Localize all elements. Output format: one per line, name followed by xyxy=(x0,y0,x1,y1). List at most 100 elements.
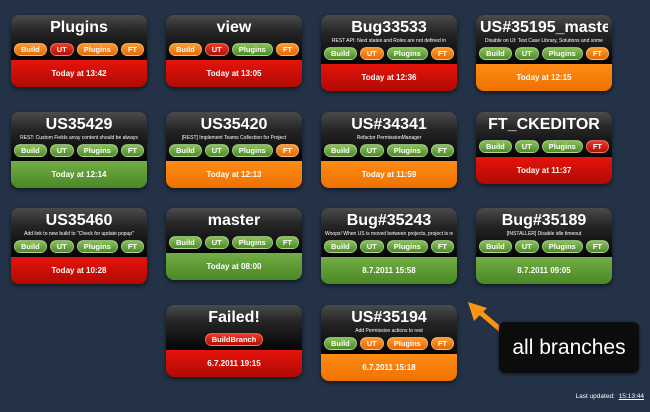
stage-badge-build[interactable]: Build xyxy=(324,144,357,157)
stage-badge-build[interactable]: Build xyxy=(324,240,357,253)
branch-card[interactable]: Plugins Build UT Plugins FT Today at 13:42 xyxy=(11,15,147,87)
stage-badge-ft[interactable]: FT xyxy=(120,144,145,157)
stage-badge-plugins[interactable]: Plugins xyxy=(231,236,273,249)
stage-badge-plugins[interactable]: Plugins xyxy=(541,140,583,153)
stage-badge-ft[interactable]: FT xyxy=(430,240,455,253)
branch-title: US35460 xyxy=(45,212,113,229)
branch-description: Add Permission actions to rest xyxy=(355,328,423,334)
branch-description: [INSTALLER] Disable idle timeout xyxy=(506,231,582,237)
stage-badge-ut[interactable]: UT xyxy=(514,240,539,253)
stage-badge-ut[interactable]: UT xyxy=(514,140,539,153)
branch-card[interactable]: US35420 [REST] Implement Teams Collection… xyxy=(166,112,302,188)
stage-badge-build[interactable]: Build xyxy=(169,236,202,249)
stage-badge-build[interactable]: Build xyxy=(324,47,357,60)
stage-badge-plugins[interactable]: Plugins xyxy=(386,47,428,60)
stage-badge-ft[interactable]: FT xyxy=(275,144,300,157)
build-timestamp: 6.7.2011 19:15 xyxy=(166,350,302,377)
branch-card[interactable]: Bug#35243 Woops! When US is moved between… xyxy=(321,208,457,284)
stage-badge-ft[interactable]: FT xyxy=(430,144,455,157)
branch-description: Disable on UI: Test Case Library, Soluti… xyxy=(485,38,603,44)
branch-title: Bug#35243 xyxy=(346,212,432,229)
stage-badge-ut[interactable]: UT xyxy=(514,47,539,60)
stage-badge-ft[interactable]: FT xyxy=(585,47,610,60)
build-timestamp: 8.7.2011 15:58 xyxy=(321,257,457,284)
stage-badges: Build UT Plugins FT xyxy=(14,144,145,157)
build-timestamp: Today at 11:37 xyxy=(476,157,612,184)
stage-badges: Build UT Plugins FT xyxy=(324,240,455,253)
last-updated: Last updated: 15:13:44 xyxy=(575,393,644,400)
stage-badge-plugins[interactable]: Plugins xyxy=(386,144,428,157)
stage-badge-build[interactable]: Build xyxy=(169,43,202,56)
stage-badge-ft[interactable]: FT xyxy=(585,240,610,253)
stage-badge-plugins[interactable]: Plugins xyxy=(386,337,428,350)
stage-badges: Build UT Plugins FT xyxy=(14,43,145,56)
stage-badge-build[interactable]: Build xyxy=(14,144,47,157)
stage-badge-build[interactable]: Build xyxy=(14,240,47,253)
build-timestamp: 8.7.2011 09:05 xyxy=(476,257,612,284)
stage-badge-plugins[interactable]: Plugins xyxy=(231,144,273,157)
branch-card[interactable]: US35429 REST: Custom Fields array content… xyxy=(11,112,147,188)
branch-card[interactable]: master Build UT Plugins FT Today at 08:00 xyxy=(166,208,302,280)
build-timestamp: 6.7.2011 15:18 xyxy=(321,354,457,381)
branch-description: Woops! When US is moved between projects… xyxy=(325,231,453,237)
stage-badge-buildbranch[interactable]: BuildBranch xyxy=(204,333,264,346)
branch-card[interactable]: Failed! BuildBranch 6.7.2011 19:15 xyxy=(166,305,302,377)
branch-description: [REST] Implement Teams Collection for Pr… xyxy=(181,135,287,141)
stage-badge-ft[interactable]: FT xyxy=(275,43,300,56)
branch-title: view xyxy=(216,19,252,36)
stage-badge-ft[interactable]: FT xyxy=(120,240,145,253)
stage-badges: Build UT Plugins FT xyxy=(169,43,300,56)
branch-card[interactable]: Bug#35189 [INSTALLER] Disable idle timeou… xyxy=(476,208,612,284)
stage-badge-ut[interactable]: UT xyxy=(204,144,229,157)
branch-card[interactable]: view Build UT Plugins FT Today at 13:05 xyxy=(166,15,302,87)
stage-badge-ut[interactable]: UT xyxy=(359,144,384,157)
branch-title: Failed! xyxy=(208,309,260,326)
branch-description: REST: Custom Fields array content should… xyxy=(20,135,138,141)
stage-badges: Build UT Plugins FT xyxy=(169,236,300,249)
stage-badge-plugins[interactable]: Plugins xyxy=(541,47,583,60)
stage-badge-build[interactable]: Build xyxy=(14,43,47,56)
stage-badge-ft[interactable]: FT xyxy=(585,140,610,153)
branch-description: Add link to new build to "Check for upda… xyxy=(24,231,134,237)
stage-badge-build[interactable]: Build xyxy=(479,47,512,60)
stage-badge-ft[interactable]: FT xyxy=(120,43,145,56)
stage-badges: Build UT Plugins FT xyxy=(324,47,455,60)
branch-card[interactable]: US#35195_master Disable on UI: Test Case … xyxy=(476,15,612,91)
all-branches-callout: all branches xyxy=(499,322,639,373)
build-timestamp: Today at 12:36 xyxy=(321,64,457,91)
stage-badge-ut[interactable]: UT xyxy=(359,47,384,60)
build-timestamp: Today at 12:15 xyxy=(476,64,612,91)
stage-badge-ft[interactable]: FT xyxy=(430,47,455,60)
stage-badge-build[interactable]: Build xyxy=(479,140,512,153)
stage-badge-plugins[interactable]: Plugins xyxy=(386,240,428,253)
stage-badge-plugins[interactable]: Plugins xyxy=(231,43,273,56)
stage-badge-ut[interactable]: UT xyxy=(204,43,229,56)
stage-badge-build[interactable]: Build xyxy=(324,337,357,350)
branch-card[interactable]: FT_CKEDITOR Build UT Plugins FT Today at 11:3… xyxy=(476,112,612,184)
branch-card[interactable]: Bug33533 REST API: Next states and Roles … xyxy=(321,15,457,91)
stage-badge-ut[interactable]: UT xyxy=(359,337,384,350)
stage-badge-ut[interactable]: UT xyxy=(49,43,74,56)
stage-badge-build[interactable]: Build xyxy=(479,240,512,253)
stage-badge-build[interactable]: Build xyxy=(169,144,202,157)
branch-title: US35429 xyxy=(45,116,113,133)
stage-badge-plugins[interactable]: Plugins xyxy=(541,240,583,253)
branch-card[interactable]: US#34341 Refactor PermissionManager Build U… xyxy=(321,112,457,188)
stage-badges: BuildBranch xyxy=(170,333,298,346)
stage-badge-ut[interactable]: UT xyxy=(359,240,384,253)
stage-badge-ut[interactable]: UT xyxy=(49,240,74,253)
build-timestamp: Today at 12:13 xyxy=(166,161,302,188)
stage-badge-plugins[interactable]: Plugins xyxy=(76,43,118,56)
branch-description: Refactor PermissionManager xyxy=(356,135,422,141)
stage-badge-plugins[interactable]: Plugins xyxy=(76,144,118,157)
stage-badge-ft[interactable]: FT xyxy=(430,337,455,350)
branch-description: REST API: Next states and Roles are not … xyxy=(331,38,447,44)
stage-badge-ut[interactable]: UT xyxy=(204,236,229,249)
branch-description xyxy=(170,231,298,233)
stage-badge-ut[interactable]: UT xyxy=(49,144,74,157)
stage-badge-plugins[interactable]: Plugins xyxy=(76,240,118,253)
branch-card[interactable]: US#35194 Add Permission actions to rest Bu… xyxy=(321,305,457,381)
branch-card[interactable]: US35460 Add link to new build to "Check f… xyxy=(11,208,147,284)
last-updated-time[interactable]: 15:13:44 xyxy=(619,393,644,400)
stage-badge-ft[interactable]: FT xyxy=(275,236,300,249)
